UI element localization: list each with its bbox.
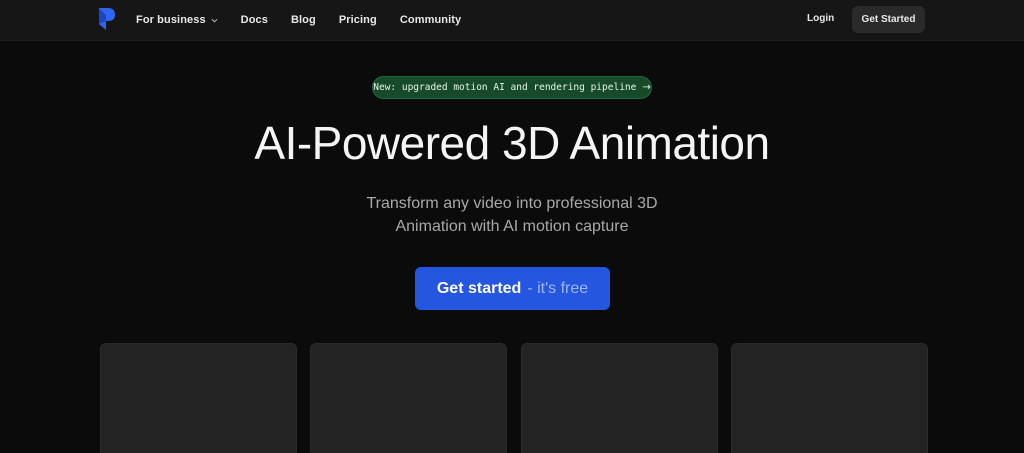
nav-links: For business Docs Blog Pricing Community xyxy=(136,0,484,40)
login-link[interactable]: Login xyxy=(807,13,834,24)
top-nav: For business Docs Blog Pricing Community… xyxy=(0,0,1024,41)
arrow-right-icon: → xyxy=(642,82,651,93)
feature-card-3[interactable] xyxy=(521,343,718,453)
hero-subtitle-line-1: Transform any video into professional 3D xyxy=(366,195,658,212)
cta-main-label: Get started xyxy=(436,279,522,297)
nav-link-for-business[interactable]: For business xyxy=(136,14,218,26)
feature-card-1[interactable] xyxy=(100,343,297,453)
nav-link-community[interactable]: Community xyxy=(400,14,461,26)
nav-link-blog[interactable]: Blog xyxy=(291,14,316,26)
landing-page: For business Docs Blog Pricing Community… xyxy=(0,0,1024,453)
cta-suffix-label: - it's free xyxy=(527,279,589,297)
chevron-down-icon xyxy=(211,18,218,23)
brand-logo-icon[interactable] xyxy=(98,7,116,31)
feature-card-2[interactable] xyxy=(310,343,507,453)
feature-card-4[interactable] xyxy=(731,343,928,453)
announcement-text: New: upgraded motion AI and rendering pi… xyxy=(373,82,637,93)
announcement-pill[interactable]: New: upgraded motion AI and rendering pi… xyxy=(372,76,652,99)
nav-link-pricing[interactable]: Pricing xyxy=(339,14,377,26)
hero-subtitle: Transform any video into professional 3D… xyxy=(312,192,712,238)
nav-link-docs[interactable]: Docs xyxy=(241,14,268,26)
hero-title: AI-Powered 3D Animation xyxy=(254,117,770,169)
get-started-free-button[interactable]: Get started - it's free xyxy=(415,267,610,310)
hero-subtitle-line-2: Animation with AI motion capture xyxy=(395,218,629,235)
get-started-nav-button[interactable]: Get Started xyxy=(852,6,925,33)
